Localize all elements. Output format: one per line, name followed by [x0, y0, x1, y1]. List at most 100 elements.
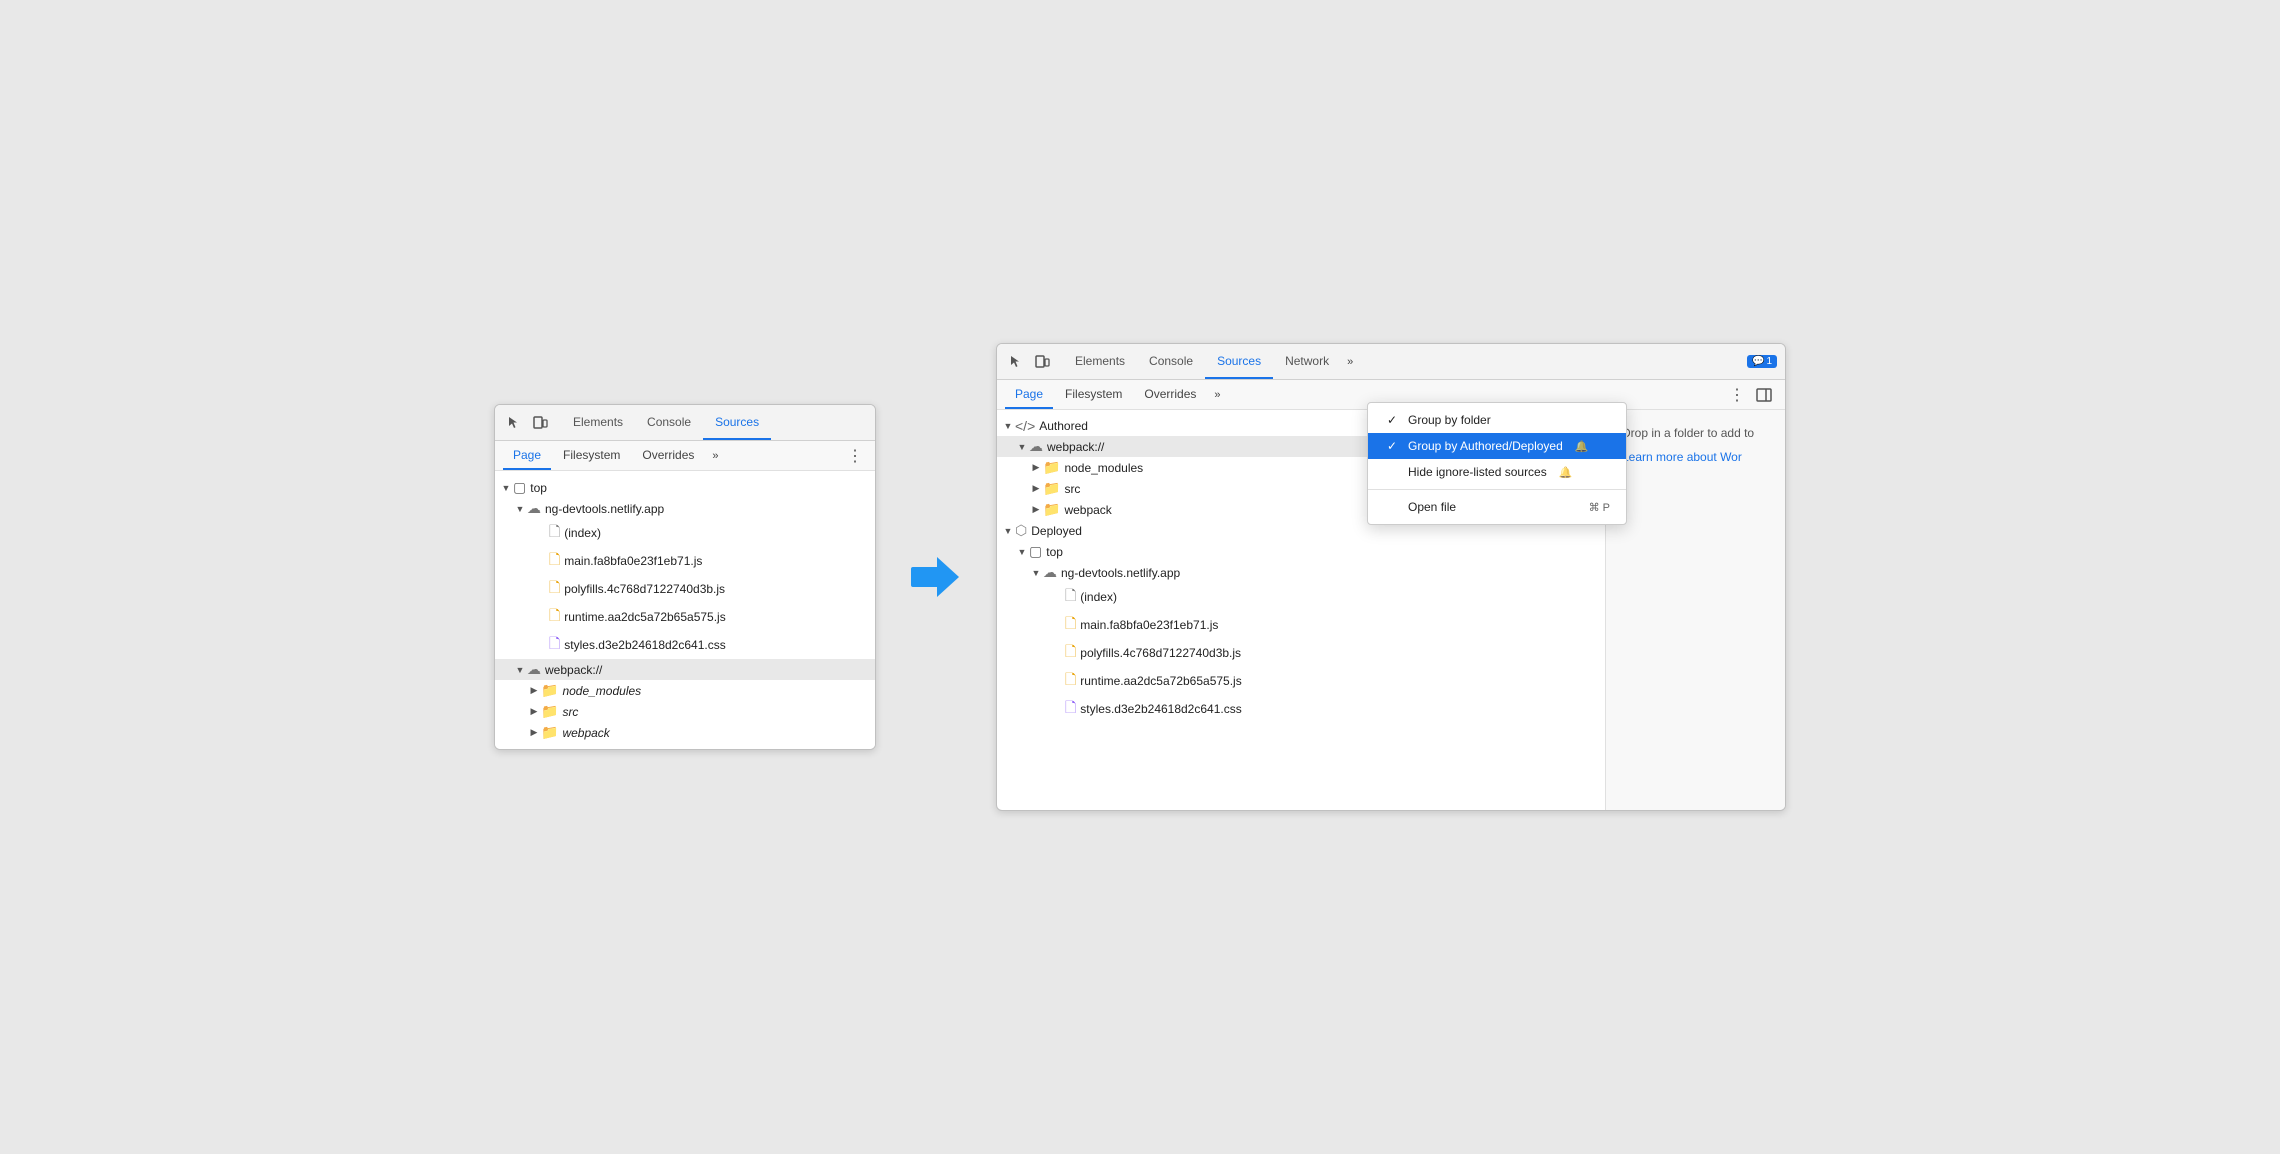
tree-item-src[interactable]: ▶ 📁 src — [495, 701, 875, 722]
right-tab-sources[interactable]: Sources — [1205, 344, 1273, 379]
tree-item-d-top[interactable]: ▼ ▢ top — [997, 541, 1605, 562]
tree-item-d-runtime[interactable]: 🗋 runtime.aa2dc5a72b65a575.js — [997, 667, 1605, 695]
left-tab-page[interactable]: Page — [503, 441, 551, 470]
left-toolbar-tabs: Elements Console Sources — [561, 405, 867, 440]
tree-item-top[interactable]: ▼ ▢ top — [495, 477, 875, 498]
right-more-toolbar-tabs[interactable]: » — [1341, 344, 1359, 379]
tree-arrow-src: ▶ — [527, 706, 541, 717]
left-tab-filesystem[interactable]: Filesystem — [553, 441, 630, 470]
label-index: (index) — [564, 526, 601, 540]
tree-arrow-r-node-modules: ▶ — [1029, 462, 1043, 473]
label-node-modules: node_modules — [562, 684, 641, 698]
left-secondary-toolbar: Page Filesystem Overrides » ⋮ — [495, 441, 875, 471]
label-top: top — [530, 481, 547, 495]
label-r-webpack: webpack:// — [1047, 440, 1104, 454]
tree-item-styles[interactable]: 🗋 styles.d3e2b24618d2c641.css — [495, 631, 875, 659]
tree-arrow-netlify: ▼ — [513, 504, 527, 514]
tree-item-netlify[interactable]: ▼ ☁ ng-devtools.netlify.app — [495, 498, 875, 519]
right-tab-page[interactable]: Page — [1005, 380, 1053, 409]
tree-item-d-styles[interactable]: 🗋 styles.d3e2b24618d2c641.css — [997, 695, 1605, 723]
label-r-src: src — [1064, 482, 1080, 496]
label-d-runtime: runtime.aa2dc5a72b65a575.js — [1080, 674, 1241, 688]
tree-item-webpack[interactable]: ▼ ☁ webpack:// — [495, 659, 875, 680]
tree-item-node-modules[interactable]: ▶ 📁 node_modules — [495, 680, 875, 701]
tree-item-d-polyfills[interactable]: 🗋 polyfills.4c768d7122740d3b.js — [997, 639, 1605, 667]
side-panel-toggle-btn[interactable] — [1751, 386, 1777, 404]
right-toolbar-right: 💬 1 — [1747, 355, 1777, 368]
learn-more-link[interactable]: Learn more about Wor — [1622, 450, 1742, 464]
right-tab-console[interactable]: Console — [1137, 344, 1205, 379]
right-tab-network[interactable]: Network — [1273, 344, 1341, 379]
folder-icon-node-modules: 📁 — [541, 682, 558, 699]
right-kebab-menu-btn[interactable]: ⋮ — [1725, 385, 1749, 405]
tree-item-index[interactable]: 🗋 (index) — [495, 519, 875, 547]
tab-sources-left[interactable]: Sources — [703, 405, 771, 440]
menu-label-group-folder: Group by folder — [1408, 413, 1491, 427]
menu-item-group-by-authored[interactable]: ✓ Group by Authored/Deployed 🔔 — [1368, 433, 1626, 459]
menu-label-open-file: Open file — [1408, 500, 1456, 514]
check-group-authored: ✓ — [1384, 439, 1400, 453]
tree-arrow-node-modules: ▶ — [527, 685, 541, 696]
right-more-tabs-btn[interactable]: » — [1208, 380, 1226, 409]
tree-item-d-main[interactable]: 🗋 main.fa8bfa0e23f1eb71.js — [997, 611, 1605, 639]
menu-item-hide-ignore[interactable]: Hide ignore-listed sources 🔔 — [1368, 459, 1626, 485]
tab-elements-left[interactable]: Elements — [561, 405, 635, 440]
square-icon-d-top: ▢ — [1029, 543, 1042, 560]
drop-folder-text: Drop in a folder to add to — [1622, 426, 1769, 440]
check-group-folder: ✓ — [1384, 413, 1400, 427]
menu-item-group-by-folder[interactable]: ✓ Group by folder — [1368, 407, 1626, 433]
label-main-js: main.fa8bfa0e23f1eb71.js — [564, 554, 702, 568]
right-device-icon[interactable] — [1031, 351, 1053, 373]
label-netlify: ng-devtools.netlify.app — [545, 502, 664, 516]
tree-item-d-index[interactable]: 🗋 (index) — [997, 583, 1605, 611]
label-runtime: runtime.aa2dc5a72b65a575.js — [564, 610, 725, 624]
file-icon-index: 🗋 — [549, 521, 560, 545]
left-tab-overrides[interactable]: Overrides — [632, 441, 704, 470]
warning-icon-authored: 🔔 — [1575, 440, 1589, 453]
cube-icon-deployed: ⬡ — [1015, 522, 1027, 539]
cloud-icon-d-netlify: ☁ — [1043, 564, 1057, 581]
right-tab-overrides[interactable]: Overrides — [1134, 380, 1206, 409]
label-d-main: main.fa8bfa0e23f1eb71.js — [1080, 618, 1218, 632]
tree-item-polyfills[interactable]: 🗋 polyfills.4c768d7122740d3b.js — [495, 575, 875, 603]
right-tab-filesystem[interactable]: Filesystem — [1055, 380, 1132, 409]
tree-arrow-r-src: ▶ — [1029, 483, 1043, 494]
right-tab-elements[interactable]: Elements — [1063, 344, 1137, 379]
tree-arrow-authored: ▼ — [1001, 421, 1015, 431]
menu-item-open-file[interactable]: Open file ⌘ P — [1368, 494, 1626, 520]
label-webpack: webpack:// — [545, 663, 602, 677]
code-icon-authored: </> — [1015, 418, 1035, 434]
file-icon-styles: 🗋 — [549, 633, 560, 657]
file-icon-polyfills: 🗋 — [549, 577, 560, 601]
tab-console-left[interactable]: Console — [635, 405, 703, 440]
inspect-icon[interactable] — [503, 412, 525, 434]
left-more-tabs-btn[interactable]: » — [706, 441, 724, 470]
file-icon-d-polyfills: 🗋 — [1065, 641, 1076, 665]
shortcut-open-file: ⌘ P — [1589, 501, 1610, 514]
right-inspect-icon[interactable] — [1005, 351, 1027, 373]
tree-item-runtime[interactable]: 🗋 runtime.aa2dc5a72b65a575.js — [495, 603, 875, 631]
menu-label-hide-ignore: Hide ignore-listed sources — [1408, 465, 1547, 479]
file-icon-main: 🗋 — [549, 549, 560, 573]
tree-arrow-r-webpack: ▼ — [1015, 442, 1029, 452]
left-kebab-menu-btn[interactable]: ⋮ — [843, 446, 867, 466]
file-icon-d-styles: 🗋 — [1065, 697, 1076, 721]
tree-item-d-netlify[interactable]: ▼ ☁ ng-devtools.netlify.app — [997, 562, 1605, 583]
right-devtools-panel: Elements Console Sources Network » 💬 1 P… — [996, 343, 1786, 811]
tree-item-webpack-folder[interactable]: ▶ 📁 webpack — [495, 722, 875, 743]
right-toolbar: Elements Console Sources Network » 💬 1 — [997, 344, 1785, 380]
tree-arrow-top: ▼ — [499, 483, 513, 493]
left-toolbar: Elements Console Sources — [495, 405, 875, 441]
folder-icon-r-node-modules: 📁 — [1043, 459, 1060, 476]
menu-label-group-authored: Group by Authored/Deployed — [1408, 439, 1563, 453]
cloud-icon-r-webpack: ☁ — [1029, 438, 1043, 455]
folder-icon-webpack: 📁 — [541, 724, 558, 741]
notification-badge: 💬 1 — [1747, 355, 1777, 368]
label-webpack-folder: webpack — [562, 726, 609, 740]
device-icon[interactable] — [529, 412, 551, 434]
tree-arrow-r-webpack-folder: ▶ — [1029, 504, 1043, 515]
tree-item-main-js[interactable]: 🗋 main.fa8bfa0e23f1eb71.js — [495, 547, 875, 575]
tree-arrow-webpack-folder: ▶ — [527, 727, 541, 738]
tree-arrow-d-top: ▼ — [1015, 547, 1029, 557]
filesystem-section: Drop in a folder to add to Learn more ab… — [1605, 410, 1785, 810]
